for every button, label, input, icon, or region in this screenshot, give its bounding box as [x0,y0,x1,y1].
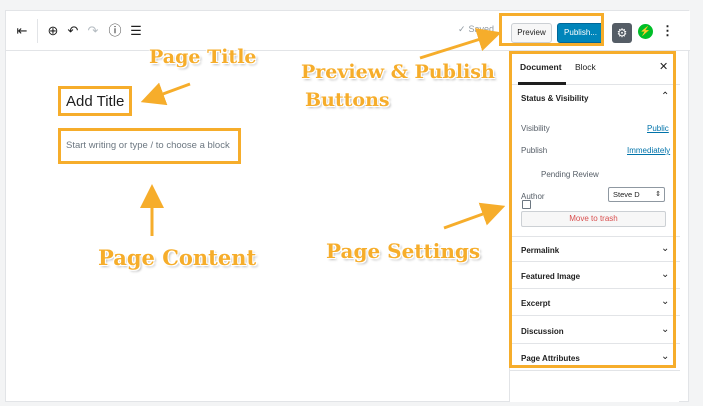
more-icon[interactable]: ⋮ [661,22,674,40]
info-icon[interactable]: ⓘ [106,22,124,40]
redo-icon[interactable]: ↷ [84,22,102,40]
annotation-buttons: Buttons [305,89,390,111]
add-block-icon[interactable]: ⊕ [44,22,62,40]
annotation-preview-publish: Preview & Publish [301,61,495,83]
sidebar-toggle-icon[interactable]: ⇤ [13,22,31,40]
annotation-page-content: Page Content [98,245,257,270]
buttons-highlight [499,13,604,46]
content-highlight: Start writing or type / to choose a bloc… [58,128,241,164]
content-block-input[interactable]: Start writing or type / to choose a bloc… [66,140,230,151]
title-highlight: Add Title [58,86,132,116]
check-icon: ✓ [458,24,466,34]
saved-indicator: ✓ Saved [458,24,494,35]
toolbar-divider [37,19,38,43]
annotation-page-settings: Page Settings [326,239,481,263]
annotation-page-title: Page Title [149,46,257,68]
settings-highlight [509,51,676,368]
undo-icon[interactable]: ↶ [64,22,82,40]
list-view-icon[interactable]: ☰ [127,22,145,40]
gear-icon[interactable]: ⚙ [612,23,632,43]
title-input[interactable]: Add Title [66,93,124,110]
saved-label: Saved [468,24,495,34]
jetpack-icon[interactable]: ⚡ [638,24,653,39]
